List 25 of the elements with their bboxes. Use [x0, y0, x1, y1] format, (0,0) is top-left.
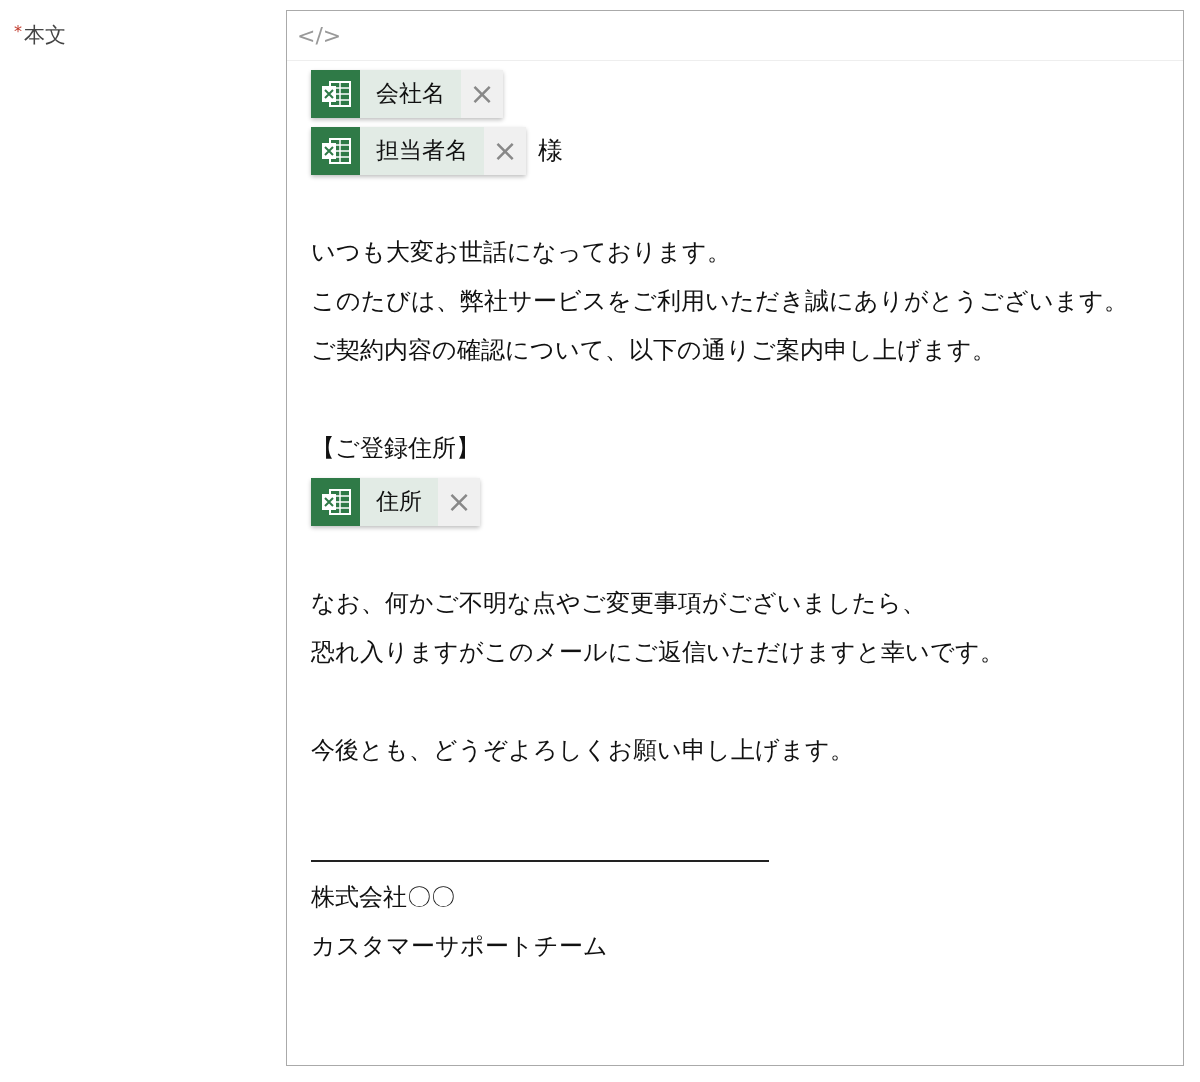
remove-button[interactable]: × — [484, 126, 526, 175]
field-name: 住所 — [360, 477, 438, 526]
body-text: 株式会社〇〇 — [311, 883, 455, 911]
remove-button[interactable]: × — [461, 69, 503, 118]
field-name: 担当者名 — [360, 126, 484, 175]
body-text: いつも大変お世話になっております。 — [311, 238, 731, 266]
editor-field[interactable] — [286, 10, 1184, 1066]
merge-field-chip[interactable]: 担当者名 × — [311, 126, 526, 175]
field-name: 会社名 — [360, 69, 461, 118]
required-mark: * — [14, 21, 22, 43]
spreadsheet-icon — [320, 80, 351, 107]
body-text: このたびは、弊社サービスをご利用いただき誠にありがとうございます。 — [311, 287, 1128, 315]
body-text: カスタマーサポートチーム — [311, 932, 608, 960]
field-label: 本文 — [24, 22, 66, 49]
spreadsheet-icon — [320, 137, 351, 164]
body-text: ご契約内容の確認について、以下の通りご案内申し上げます。 — [311, 336, 996, 364]
spreadsheet-icon — [320, 488, 351, 515]
body-text: 様 — [538, 135, 563, 167]
body-text: なお、何かご不明な点やご変更事項がございましたら、 — [311, 589, 926, 617]
body-text: 【ご登録住所】 — [311, 434, 480, 462]
body-text: 今後とも、どうぞよろしくお願い申し上げます。 — [311, 736, 854, 764]
remove-button[interactable]: × — [438, 477, 480, 526]
merge-field-chip[interactable]: 住所 × — [311, 477, 480, 526]
merge-field-chip[interactable]: 会社名 × — [311, 69, 503, 118]
body-text: 恐れ入りますがこのメールにご返信いただけますと幸いです。 — [311, 638, 1004, 666]
